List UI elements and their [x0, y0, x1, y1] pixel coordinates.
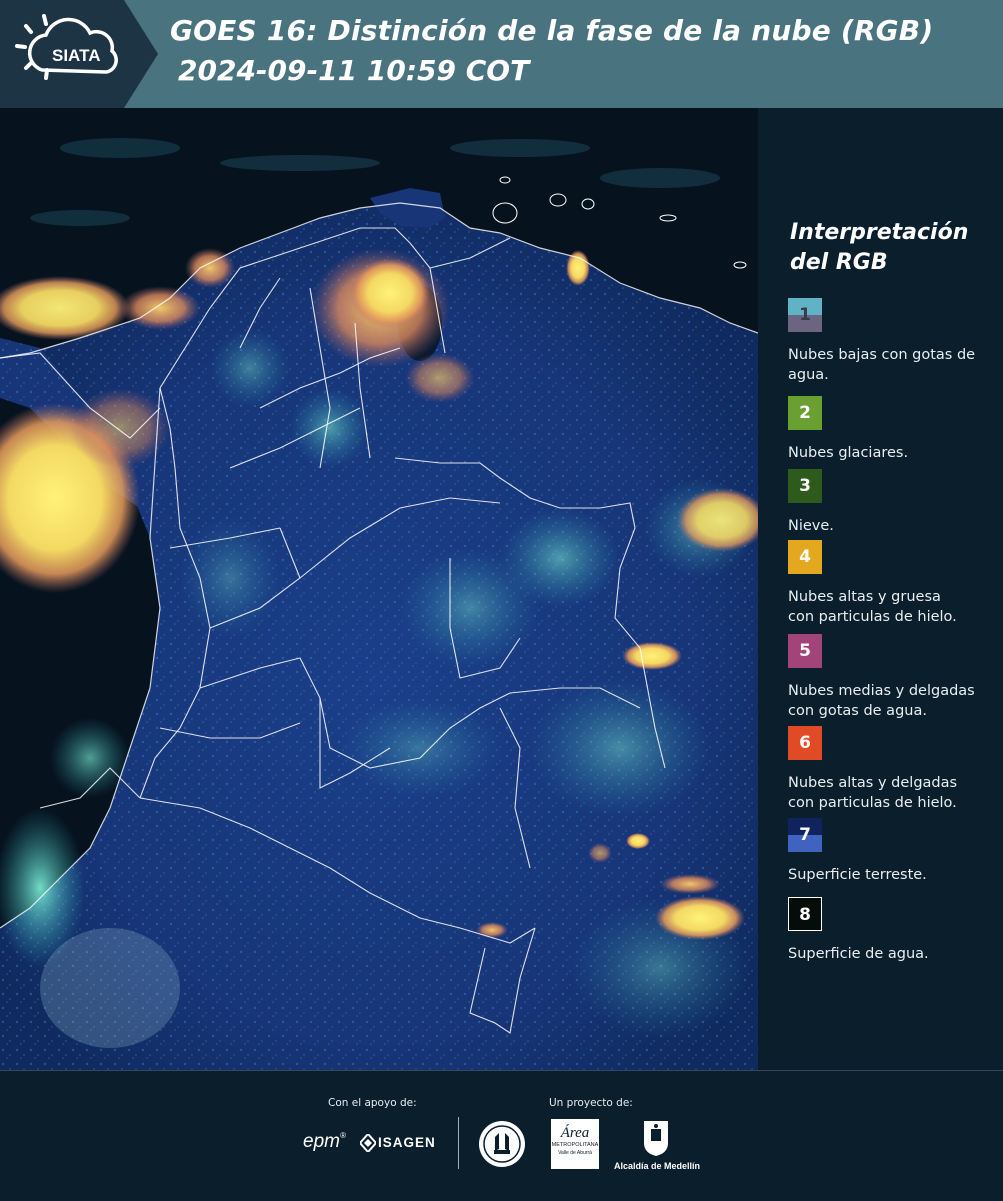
legend-label-5: Nubes medias y delgadas con gotas de agua…: [788, 683, 975, 719]
timestamp-title: 2024-09-11 10:59 COT: [178, 54, 530, 87]
legend-swatch-8: 8: [788, 897, 822, 931]
area-metropolitana-logo: Área METROPOLITANA Valle de Aburrá: [551, 1119, 599, 1169]
legend-label-7: Superficie terreste.: [788, 867, 927, 883]
legend-label-2: Nubes glaciares.: [788, 445, 909, 461]
legend-title: Interpretación del RGB: [790, 218, 968, 278]
footer: Con el apoyo de: Un proyecto de: epm® IS…: [0, 1070, 1003, 1201]
legend-swatch-2: 2: [788, 396, 822, 430]
isagen-logo: ISAGEN: [360, 1133, 445, 1155]
legend-swatch-4: 4: [788, 540, 822, 574]
footer-divider: [458, 1117, 459, 1169]
legend-label-3: Nieve.: [788, 518, 834, 534]
siata-logo: SIATA: [0, 0, 158, 108]
alcaldia-logo: Alcaldía de Medellín: [612, 1119, 702, 1179]
legend-swatch-1: 1: [788, 298, 822, 332]
legend-label-6: Nubes altas y delgadas con particulas de …: [788, 775, 958, 811]
page-title: GOES 16: Distinción de la fase de la nub…: [170, 14, 934, 47]
seal-logo: [477, 1119, 527, 1173]
header-bar: SIATA GOES 16: Distinción de la fase de …: [0, 0, 1003, 108]
legend-label-4: Nubes altas y gruesa con particulas de hi…: [788, 589, 957, 625]
epm-logo: epm®: [303, 1131, 346, 1152]
legend-swatch-5: 5: [788, 634, 822, 668]
project-caption: Un proyecto de:: [549, 1097, 633, 1109]
legend-swatch-3: 3: [788, 469, 822, 503]
legend-label-8: Superficie de agua.: [788, 946, 929, 962]
legend-swatch-7: 7: [788, 818, 822, 852]
legend-title-line2: del RGB: [790, 250, 888, 275]
svg-text:SIATA: SIATA: [52, 46, 100, 65]
satellite-image: [0, 108, 758, 1070]
legend-swatch-6: 6: [788, 726, 822, 760]
legend-label-1: Nubes bajas con gotas de agua.: [788, 347, 976, 383]
isagen-mark-icon: [360, 1134, 376, 1152]
legend-title-line1: Interpretación: [790, 220, 969, 245]
support-caption: Con el apoyo de:: [328, 1097, 417, 1109]
legend-panel: Interpretación del RGB 1 Nubes bajas con…: [778, 108, 1003, 1070]
coat-of-arms-icon: [644, 1121, 668, 1156]
